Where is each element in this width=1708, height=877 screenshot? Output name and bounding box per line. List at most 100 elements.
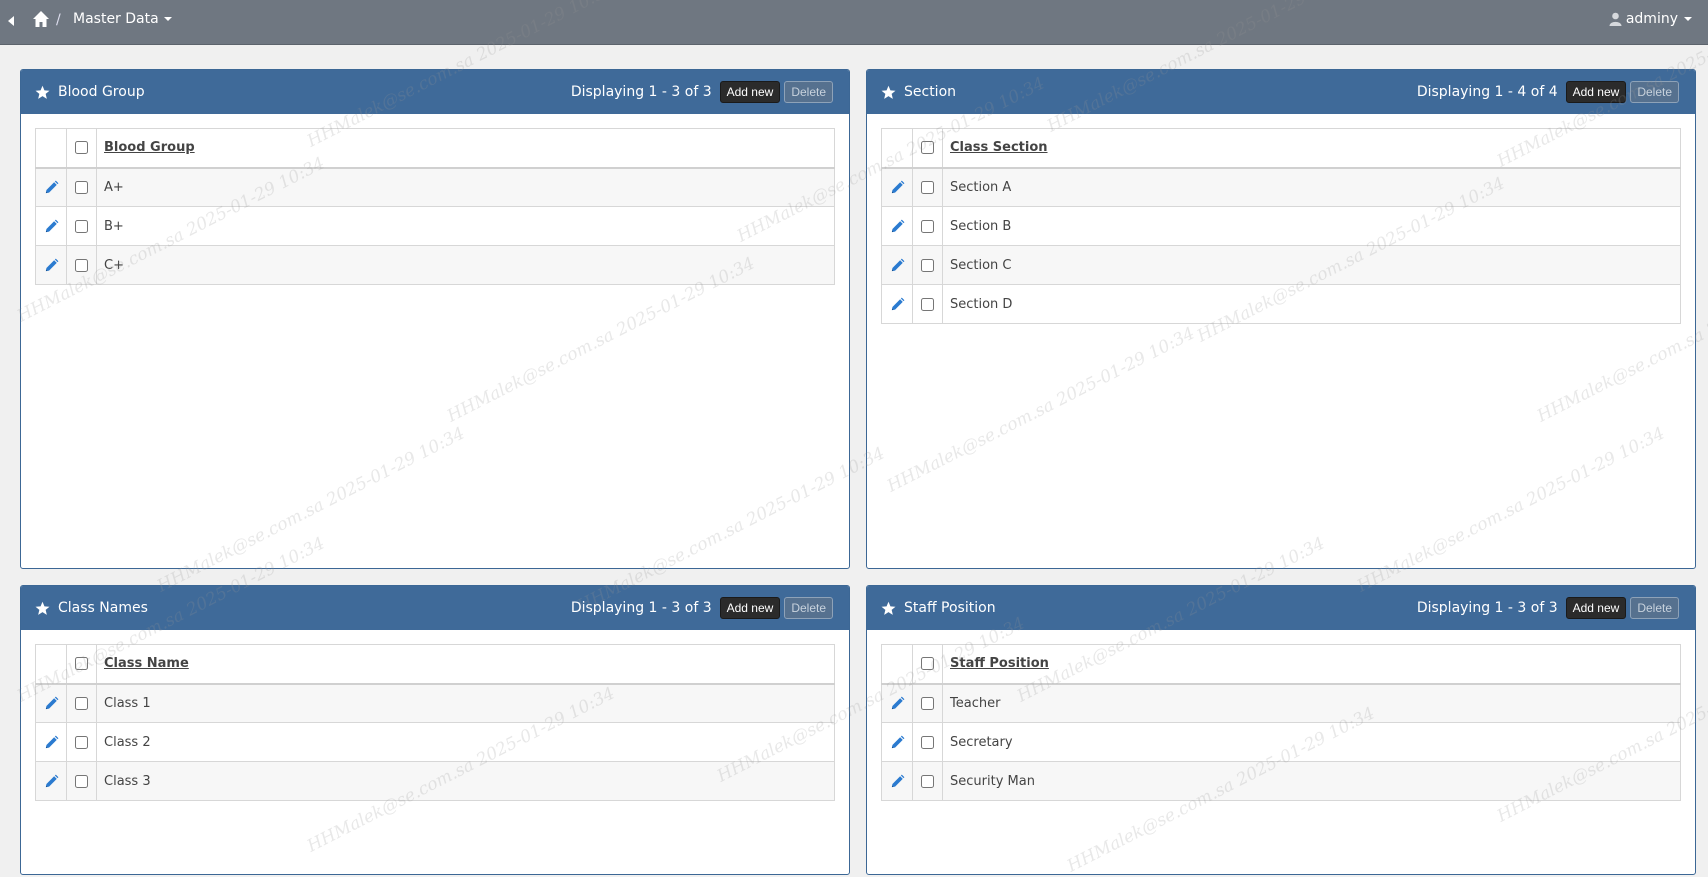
select-all-checkbox[interactable] (921, 657, 934, 671)
edit-column-header (35, 128, 67, 168)
user-name: adminy (1625, 11, 1678, 27)
record-count: Displaying 1 - 3 of 3 (570, 600, 712, 616)
row-checkbox[interactable] (75, 774, 88, 788)
edit-cell (881, 284, 913, 324)
delete-button[interactable]: Delete (784, 597, 833, 619)
table-row: Section B (881, 206, 1681, 246)
pencil-edit-icon[interactable] (890, 696, 905, 711)
delete-button[interactable]: Delete (1630, 81, 1679, 103)
pencil-edit-icon[interactable] (890, 180, 905, 195)
pencil-edit-icon[interactable] (44, 696, 59, 711)
table-row: Section D (881, 284, 1681, 324)
row-value: Class 1 (96, 683, 835, 723)
table-header-row: Staff Position (881, 644, 1681, 684)
pencil-edit-icon[interactable] (890, 297, 905, 312)
section-panel: Section Displaying 1 - 4 of 4 Add new De… (866, 69, 1696, 569)
column-header-label[interactable]: Blood Group (104, 140, 195, 155)
blood-group-panel: Blood Group Displaying 1 - 3 of 3 Add ne… (20, 69, 850, 569)
add-new-button[interactable]: Add new (719, 81, 781, 103)
row-checkbox[interactable] (75, 696, 88, 710)
row-value: Section A (942, 167, 1681, 207)
pencil-edit-icon[interactable] (890, 774, 905, 789)
row-checkbox[interactable] (921, 219, 934, 233)
table-row: Class 2 (35, 722, 835, 762)
pencil-edit-icon[interactable] (44, 180, 59, 195)
table-row: Security Man (881, 761, 1681, 801)
column-header-label[interactable]: Class Name (104, 656, 189, 671)
select-all-cell (912, 644, 943, 684)
home-icon[interactable] (32, 10, 50, 28)
table-header-row: Class Name (35, 644, 835, 684)
add-new-button[interactable]: Add new (1565, 81, 1627, 103)
record-count: Displaying 1 - 4 of 4 (1416, 84, 1558, 100)
select-all-checkbox[interactable] (921, 141, 934, 155)
breadcrumb-label: Master Data (73, 11, 159, 27)
panel-title: Blood Group (58, 84, 145, 100)
data-table: Class Section Section A Section B Sectio… (881, 128, 1681, 324)
row-checkbox[interactable] (921, 774, 934, 788)
pencil-edit-icon[interactable] (44, 258, 59, 273)
column-header-label[interactable]: Class Section (950, 140, 1048, 155)
edit-cell (35, 683, 67, 723)
add-new-button[interactable]: Add new (719, 597, 781, 619)
master-data-menu[interactable]: Master Data (73, 11, 172, 27)
record-count: Displaying 1 - 3 of 3 (1416, 600, 1558, 616)
edit-cell (881, 167, 913, 207)
data-table: Blood Group A+ B+ C+ (35, 128, 835, 285)
star-icon (35, 601, 50, 615)
delete-button[interactable]: Delete (784, 81, 833, 103)
row-checkbox[interactable] (75, 219, 88, 233)
row-checkbox[interactable] (921, 735, 934, 749)
data-table: Staff Position Teacher Secretary Securit… (881, 644, 1681, 801)
table-row: C+ (35, 245, 835, 285)
user-icon (1609, 12, 1622, 26)
row-value: Class 3 (96, 761, 835, 801)
pencil-edit-icon[interactable] (44, 774, 59, 789)
row-checkbox[interactable] (75, 258, 88, 272)
back-arrow-icon[interactable] (5, 12, 17, 30)
star-icon (35, 85, 50, 99)
edit-cell (35, 761, 67, 801)
edit-cell (881, 761, 913, 801)
delete-button[interactable]: Delete (1630, 597, 1679, 619)
column-header[interactable]: Blood Group (96, 128, 835, 168)
row-select-cell (912, 683, 943, 723)
row-checkbox[interactable] (75, 735, 88, 749)
table-row: Section A (881, 167, 1681, 207)
panel-header: Blood Group Displaying 1 - 3 of 3 Add ne… (21, 70, 849, 114)
select-all-checkbox[interactable] (75, 657, 88, 671)
table-row: Secretary (881, 722, 1681, 762)
row-checkbox[interactable] (921, 180, 934, 194)
row-select-cell (912, 206, 943, 246)
pencil-edit-icon[interactable] (890, 258, 905, 273)
row-select-cell (66, 167, 97, 207)
pencil-edit-icon[interactable] (44, 219, 59, 234)
panel-title: Section (904, 84, 957, 100)
select-all-checkbox[interactable] (75, 141, 88, 155)
data-table: Class Name Class 1 Class 2 Class 3 (35, 644, 835, 801)
pencil-edit-icon[interactable] (890, 735, 905, 750)
edit-column-header (35, 644, 67, 684)
column-header[interactable]: Class Section (942, 128, 1681, 168)
row-value: C+ (96, 245, 835, 285)
pencil-edit-icon[interactable] (890, 219, 905, 234)
row-select-cell (912, 167, 943, 207)
row-select-cell (912, 284, 943, 324)
pencil-edit-icon[interactable] (44, 735, 59, 750)
row-checkbox[interactable] (921, 258, 934, 272)
row-value: A+ (96, 167, 835, 207)
row-value: B+ (96, 206, 835, 246)
row-value: Teacher (942, 683, 1681, 723)
user-menu[interactable]: adminy (1609, 11, 1692, 27)
row-select-cell (66, 245, 97, 285)
column-header[interactable]: Class Name (96, 644, 835, 684)
column-header-label[interactable]: Staff Position (950, 656, 1049, 671)
row-checkbox[interactable] (921, 696, 934, 710)
star-icon (881, 601, 896, 615)
edit-cell (881, 683, 913, 723)
row-checkbox[interactable] (75, 180, 88, 194)
add-new-button[interactable]: Add new (1565, 597, 1627, 619)
row-select-cell (66, 683, 97, 723)
row-checkbox[interactable] (921, 297, 934, 311)
column-header[interactable]: Staff Position (942, 644, 1681, 684)
